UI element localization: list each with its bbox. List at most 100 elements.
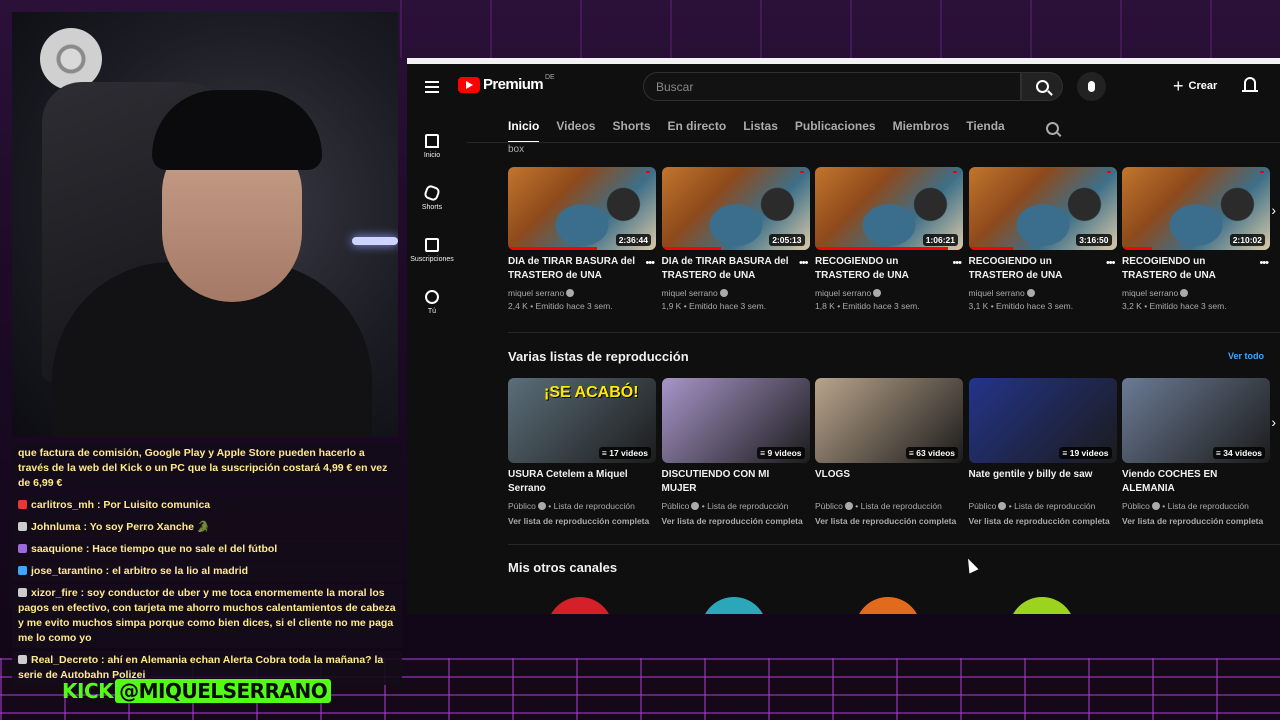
- more-options-icon[interactable]: •••: [1259, 257, 1269, 269]
- video-channel[interactable]: miquel serrano: [662, 287, 810, 300]
- chat-text: el arbitro se la lio al madrid: [112, 565, 249, 577]
- rail-item-shorts[interactable]: Shorts: [407, 172, 457, 224]
- channel-avatar[interactable]: [701, 597, 767, 614]
- view-full-playlist-link[interactable]: Ver lista de reproducción completa: [508, 516, 656, 526]
- playlist-card[interactable]: ≡ 34 videos Viendo COCHES EN ALEMANIA Públ…: [1122, 378, 1270, 526]
- voice-search-button[interactable]: [1077, 72, 1106, 101]
- playlist-video-count: ≡ 19 videos: [1059, 447, 1112, 459]
- playlist-title[interactable]: Viendo COCHES EN ALEMANIA: [1122, 468, 1270, 496]
- video-channel[interactable]: miquel serrano: [508, 287, 656, 300]
- playlist-thumbnail[interactable]: ≡ 34 videos: [1122, 378, 1270, 463]
- chat-message: saaquione : Hace tiempo que no sale el d…: [12, 540, 402, 559]
- video-thumbnail[interactable]: 1:06:21: [815, 167, 963, 250]
- video-thumbnail[interactable]: 2:36:44: [508, 167, 656, 250]
- verified-icon: [1026, 289, 1035, 297]
- video-card[interactable]: 1:06:21 RECOGIENDO un TRASTERO de UNA SUB…: [815, 167, 963, 312]
- channel-search-icon[interactable]: [1045, 121, 1059, 135]
- chat-badge-icon: [18, 588, 27, 597]
- playlist-title[interactable]: DISCUTIENDO CON MI MUJER: [662, 468, 810, 496]
- rail-item-inicio[interactable]: Inicio: [407, 120, 457, 172]
- chat-username[interactable]: Real_Decreto :: [31, 654, 107, 666]
- menu-icon[interactable]: [425, 81, 439, 93]
- youtube-logo[interactable]: Premium DE: [458, 74, 555, 93]
- video-title[interactable]: RECOGIENDO un TRASTERO de UNA SUBASTA qu…: [969, 255, 1117, 283]
- more-options-icon[interactable]: •••: [952, 257, 962, 269]
- rail-label: Suscripciones: [410, 255, 454, 263]
- tab-en-directo[interactable]: En directo: [668, 119, 727, 137]
- live-streaming-badge-icon: [799, 171, 804, 173]
- playlist-next-chevron-icon[interactable]: ›: [1271, 414, 1276, 430]
- channel-avatar[interactable]: [855, 597, 921, 614]
- you-icon: [425, 289, 439, 304]
- section-divider: [508, 544, 1280, 545]
- see-all-link[interactable]: Ver todo: [1228, 351, 1264, 361]
- video-title[interactable]: RECOGIENDO un TRASTERO de UNA SUBASTA qu…: [815, 255, 963, 283]
- video-card[interactable]: 3:16:50 RECOGIENDO un TRASTERO de UNA SUB…: [968, 167, 1117, 312]
- video-channel[interactable]: miquel serrano: [969, 287, 1117, 300]
- video-card[interactable]: 2:05:13 DIA de TIRAR BASURA del TRASTERO …: [661, 167, 810, 312]
- video-card[interactable]: 2:10:02 RECOGIENDO un TRASTERO de UNA SUB…: [1122, 167, 1270, 312]
- tab-tienda[interactable]: Tienda: [966, 119, 1004, 137]
- playlist-title[interactable]: VLOGS: [815, 468, 963, 496]
- view-full-playlist-link[interactable]: Ver lista de reproducción completa: [1122, 516, 1270, 526]
- public-icon: [844, 502, 853, 510]
- logo-text: Premium: [483, 76, 544, 93]
- create-button[interactable]: + Crear: [1173, 75, 1217, 97]
- playlist-card[interactable]: ≡ 63 videos VLOGS Público • Lista de repro…: [815, 378, 963, 526]
- tab-shorts[interactable]: Shorts: [612, 119, 650, 137]
- more-options-icon[interactable]: •••: [799, 257, 809, 269]
- playlist-card[interactable]: ¡SE ACABÓ! ≡ 17 videos USURA Cetelem a Miq…: [508, 378, 656, 526]
- chat-username[interactable]: jose_tarantino :: [31, 565, 112, 577]
- more-options-icon[interactable]: •••: [1106, 257, 1116, 269]
- chat-username[interactable]: saaquione :: [31, 543, 92, 555]
- video-thumbnail[interactable]: 2:10:02: [1122, 167, 1270, 250]
- section-title-cut: box: [508, 144, 525, 155]
- chat-message: que factura de comisión, Google Play y A…: [12, 444, 402, 493]
- tab-inicio[interactable]: Inicio: [508, 119, 540, 143]
- view-full-playlist-link[interactable]: Ver lista de reproducción completa: [662, 516, 810, 526]
- video-thumbnail[interactable]: 2:05:13: [661, 167, 810, 250]
- playlist-meta: Público • Lista de reproducción: [508, 500, 656, 513]
- channel-avatar[interactable]: [547, 597, 613, 614]
- channel-avatar[interactable]: [1009, 597, 1075, 614]
- playlist-card[interactable]: ≡ 9 videos DISCUTIENDO CON MI MUJER Públic…: [661, 378, 810, 526]
- chat-badge-icon: [18, 522, 27, 531]
- playlist-thumbnail[interactable]: ≡ 9 videos: [661, 378, 810, 463]
- chat-username[interactable]: carlitros_mh :: [31, 499, 103, 511]
- playlist-meta: Público • Lista de reproducción: [969, 500, 1117, 513]
- video-card[interactable]: 2:36:44 DIA de TIRAR BASURA del TRASTERO …: [508, 167, 656, 312]
- video-title[interactable]: DIA de TIRAR BASURA del TRASTERO de UNA …: [662, 255, 810, 283]
- video-title[interactable]: DIA de TIRAR BASURA del TRASTERO de UNA …: [508, 255, 656, 283]
- video-title[interactable]: RECOGIENDO un TRASTERO de UNA SUBASTA qu…: [1122, 255, 1270, 283]
- notifications-bell-icon[interactable]: [1242, 77, 1258, 92]
- tab-miembros[interactable]: Miembros: [893, 119, 950, 137]
- more-options-icon[interactable]: •••: [645, 257, 655, 269]
- thumbnail-caption: ¡SE ACABÓ!: [544, 384, 639, 401]
- video-duration: 2:36:44: [615, 234, 651, 246]
- watch-progress-bar: [508, 247, 597, 250]
- tab-publicaciones[interactable]: Publicaciones: [795, 119, 876, 137]
- chat-username[interactable]: xizor_fire :: [31, 587, 87, 599]
- live-streaming-badge-icon: [1106, 171, 1111, 173]
- playlist-title[interactable]: USURA Cetelem a Miquel Serrano: [508, 468, 656, 496]
- playlist-title[interactable]: Nate gentile y billy de saw: [969, 468, 1117, 496]
- rail-item-suscripciones[interactable]: Suscripciones: [407, 224, 457, 276]
- shelf-next-chevron-icon[interactable]: ›: [1271, 202, 1276, 218]
- playlist-card[interactable]: ≡ 19 videos Nate gentile y billy de saw Pú…: [968, 378, 1117, 526]
- tab-listas[interactable]: Listas: [743, 119, 778, 137]
- playlist-thumbnail[interactable]: ≡ 19 videos: [968, 378, 1117, 463]
- chat-badge-icon: [18, 500, 27, 509]
- view-full-playlist-link[interactable]: Ver lista de reproducción completa: [815, 516, 963, 526]
- video-channel[interactable]: miquel serrano: [815, 287, 963, 300]
- rail-item-tú[interactable]: Tú: [407, 276, 457, 328]
- playlist-thumbnail[interactable]: ¡SE ACABÓ! ≡ 17 videos: [508, 378, 656, 463]
- chat-message: carlitros_mh : Por Luisito comunica: [12, 496, 402, 515]
- video-channel[interactable]: miquel serrano: [1122, 287, 1270, 300]
- view-full-playlist-link[interactable]: Ver lista de reproducción completa: [969, 516, 1117, 526]
- playlist-thumbnail[interactable]: ≡ 63 videos: [815, 378, 963, 463]
- search-input[interactable]: Buscar: [643, 72, 1021, 101]
- video-thumbnail[interactable]: 3:16:50: [968, 167, 1117, 250]
- tab-videos[interactable]: Videos: [556, 119, 595, 137]
- chat-username[interactable]: Johnluma :: [31, 521, 90, 533]
- search-button[interactable]: [1021, 72, 1063, 101]
